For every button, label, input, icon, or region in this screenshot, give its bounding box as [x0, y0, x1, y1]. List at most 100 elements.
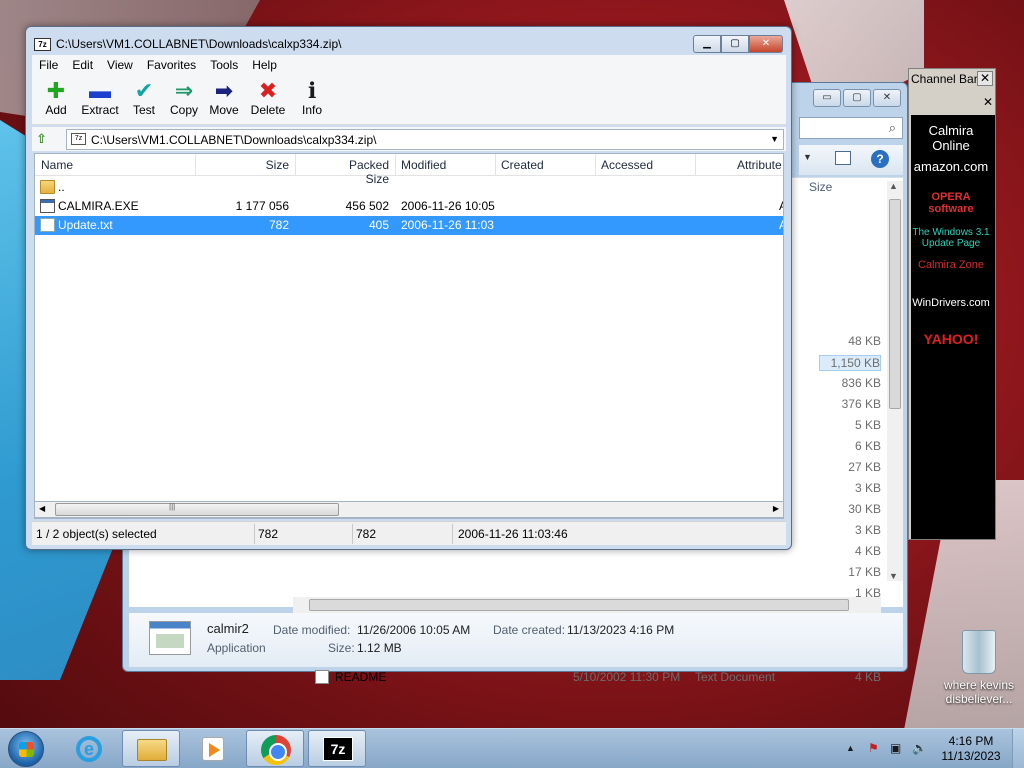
- menu-file[interactable]: File: [32, 55, 65, 75]
- column-separator[interactable]: [295, 154, 296, 176]
- column-header-modified[interactable]: Modified: [401, 158, 446, 172]
- column-header-name[interactable]: Name: [41, 158, 73, 172]
- channel-bar-close-icon[interactable]: ✕: [983, 95, 993, 109]
- explorer-caption-buttons: ▭ ▢ ✕: [813, 89, 901, 107]
- status-bar: 1 / 2 object(s) selected 782 782 2006-11…: [32, 521, 786, 545]
- start-button[interactable]: [8, 731, 44, 767]
- table-row[interactable]: ..: [35, 178, 783, 197]
- column-separator[interactable]: [495, 154, 496, 176]
- horizontal-scrollbar[interactable]: [293, 597, 881, 613]
- show-hidden-icons-icon[interactable]: ▲: [846, 743, 855, 753]
- vertical-scrollbar[interactable]: ▲ ▼: [887, 181, 903, 581]
- close-button[interactable]: ✕: [749, 35, 783, 53]
- channel-link[interactable]: YAHOO!: [911, 331, 991, 347]
- column-separator[interactable]: [195, 154, 196, 176]
- channel-link[interactable]: Calmira Zone: [911, 259, 991, 271]
- maximize-button[interactable]: ▢: [721, 35, 749, 53]
- x-icon: ✖: [258, 78, 278, 103]
- scroll-up-icon[interactable]: ▲: [889, 181, 898, 191]
- taskbar-media-player[interactable]: [184, 730, 242, 767]
- column-separator[interactable]: [695, 154, 696, 176]
- scrollbar-thumb[interactable]: [889, 199, 901, 409]
- volume-muted-icon[interactable]: 🔈: [912, 741, 927, 755]
- show-desktop-button[interactable]: [1012, 729, 1024, 768]
- channel-link[interactable]: WinDrivers.com: [911, 297, 991, 309]
- test-button[interactable]: ✔ Test: [124, 79, 164, 118]
- search-icon[interactable]: ⌕: [889, 120, 896, 136]
- recycle-bin-label: where kevins disbeliever...: [943, 678, 1015, 706]
- channel-link[interactable]: Calmira Online: [911, 123, 991, 153]
- up-folder-icon[interactable]: ⇧: [36, 131, 52, 147]
- internet-explorer-icon: e: [76, 736, 102, 762]
- dropdown-arrow-icon[interactable]: ▼: [770, 134, 779, 144]
- recycle-bin[interactable]: where kevins disbeliever...: [934, 630, 1024, 706]
- table-row[interactable]: Update.txt 782 405 2006-11-26 11:03 A: [35, 216, 783, 235]
- info-icon: ℹ: [307, 78, 317, 103]
- close-button[interactable]: ✕: [873, 89, 901, 107]
- column-separator[interactable]: [395, 154, 396, 176]
- move-button[interactable]: ➡ Move: [204, 79, 244, 118]
- copy-button[interactable]: ⇒ Copy: [164, 79, 204, 118]
- path-combobox[interactable]: 7z C:\Users\VM1.COLLABNET\Downloads\calx…: [66, 129, 784, 150]
- minimize-button[interactable]: ▁: [693, 35, 721, 53]
- menu-tools[interactable]: Tools: [203, 55, 245, 75]
- info-button[interactable]: ℹ Info: [292, 78, 332, 118]
- status-packed: 782: [356, 527, 377, 541]
- explorer-search-box[interactable]: ⌕: [799, 117, 903, 139]
- tool-label: Add: [45, 103, 67, 117]
- table-row[interactable]: CALMIRA.EXE 1 177 056 456 502 2006-11-26 10…: [35, 197, 783, 216]
- menu-edit[interactable]: Edit: [65, 55, 100, 75]
- channel-link[interactable]: The Windows 3.1 Update Page: [911, 227, 991, 249]
- maximize-button[interactable]: ▢: [843, 89, 871, 107]
- file-packed-size: 456 502: [345, 199, 389, 213]
- column-header-created[interactable]: Created: [501, 158, 544, 172]
- scrollbar-grip-icon: |||: [169, 502, 176, 511]
- taskbar-internet-explorer[interactable]: e: [60, 730, 118, 767]
- clock-date: 11/13/2023: [941, 749, 1001, 763]
- explorer-file-name: README: [335, 670, 387, 684]
- clock[interactable]: 4:16 PM 11/13/2023: [936, 734, 1006, 764]
- scroll-left-icon[interactable]: ◀: [39, 504, 45, 513]
- menu-favorites[interactable]: Favorites: [140, 55, 203, 75]
- preview-pane-icon[interactable]: [835, 151, 851, 165]
- scrollbar-thumb[interactable]: [55, 503, 339, 516]
- file-icon: [315, 670, 329, 684]
- plus-icon: ✚: [46, 78, 66, 103]
- column-separator[interactable]: [595, 154, 596, 176]
- size-column-header[interactable]: Size: [809, 180, 832, 194]
- add-button[interactable]: ✚ Add: [36, 78, 76, 118]
- 7zip-window[interactable]: 7z C:\Users\VM1.COLLABNET\Downloads\calx…: [25, 26, 792, 550]
- system-tray: ▲ ⚑ ▣ 🔈 4:16 PM 11/13/2023: [840, 729, 1024, 768]
- scrollbar-thumb[interactable]: [309, 599, 849, 611]
- column-header-accessed[interactable]: Accessed: [601, 158, 653, 172]
- column-header-size[interactable]: Size: [229, 158, 289, 172]
- view-dropdown-icon[interactable]: ▼: [803, 152, 812, 162]
- archive-file-list[interactable]: Name Size Packed Size Modified Created Access…: [34, 153, 784, 519]
- column-header-attribute[interactable]: Attribute: [737, 158, 782, 172]
- taskbar-chrome[interactable]: [246, 730, 304, 767]
- network-icon[interactable]: ▣: [890, 741, 901, 755]
- channel-link[interactable]: amazon.com: [911, 159, 991, 174]
- explorer-size-cell: 48 KB: [848, 334, 881, 348]
- help-icon[interactable]: ?: [871, 150, 889, 168]
- list-item[interactable]: README 5/10/2002 11:30 PM Text Document 4 K…: [311, 668, 881, 688]
- channel-bar[interactable]: Channel Bar ✕ ✕ Calmira Online amazon.com…: [908, 68, 996, 540]
- scroll-down-icon[interactable]: ▼: [889, 571, 898, 581]
- channel-bar-close-button[interactable]: ✕: [977, 71, 993, 86]
- taskbar-7zip[interactable]: 7z: [308, 730, 366, 767]
- channel-link[interactable]: OPERA software: [911, 191, 991, 215]
- 7zip-app-icon[interactable]: 7z: [34, 38, 51, 51]
- clock-time: 4:16 PM: [948, 734, 994, 748]
- scroll-right-icon[interactable]: ▶: [773, 504, 779, 513]
- menu-view[interactable]: View: [100, 55, 140, 75]
- delete-button[interactable]: ✖ Delete: [244, 78, 292, 118]
- horizontal-scrollbar[interactable]: ◀ ||| ▶: [34, 501, 784, 518]
- action-center-flag-icon[interactable]: ⚑: [868, 741, 879, 755]
- extract-button[interactable]: ▬ Extract: [76, 79, 124, 118]
- taskbar-explorer[interactable]: [122, 730, 180, 767]
- explorer-size-cell: 27 KB: [848, 460, 881, 474]
- menu-help[interactable]: Help: [245, 55, 284, 75]
- toolbar: ✚ Add ▬ Extract ✔ Test ⇒ Copy ➡ Move ✖ Delete ℹ Info: [32, 75, 786, 125]
- minimize-button[interactable]: ▭: [813, 89, 841, 107]
- recycle-bin-icon[interactable]: [962, 630, 996, 674]
